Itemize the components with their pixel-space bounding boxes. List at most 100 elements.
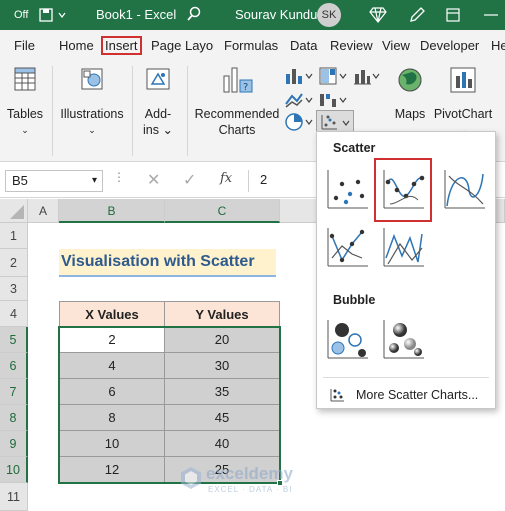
minimize-icon[interactable] <box>484 13 498 17</box>
illustrations-button[interactable]: Illustrations ⌄ <box>58 66 126 138</box>
more-options-icon[interactable]: ⋮ <box>113 170 125 184</box>
row-header[interactable]: 11 <box>0 483 28 511</box>
tab-file[interactable]: File <box>14 38 35 53</box>
table-cell-y[interactable]: 35 <box>165 379 280 405</box>
bubble-icon[interactable] <box>324 316 370 362</box>
formula-input[interactable]: 2 <box>260 172 267 187</box>
tables-button[interactable]: Tables ⌄ <box>6 66 44 138</box>
table-cell-y[interactable]: 20 <box>165 327 280 353</box>
chevron-down-icon[interactable] <box>339 96 347 104</box>
table-cell-x[interactable]: 6 <box>59 379 165 405</box>
document-title: Book1 - Excel <box>96 7 177 22</box>
addins-label-line2: ins ⌄ <box>143 123 173 137</box>
chevron-down-icon: ⌄ <box>88 125 96 135</box>
pie-chart-icon[interactable] <box>284 112 304 132</box>
dropdown-icon[interactable] <box>58 11 66 19</box>
table-cell-x[interactable]: 2 <box>59 327 165 353</box>
tab-formulas[interactable]: Formulas <box>224 38 278 53</box>
row-header[interactable]: 8 <box>0 405 28 431</box>
row-header[interactable]: 9 <box>0 431 28 457</box>
tab-home[interactable]: Home <box>59 38 94 53</box>
addins-icon <box>146 68 170 90</box>
recommended-label-line2: Charts <box>218 123 256 137</box>
table-cell-x[interactable]: 4 <box>59 353 165 379</box>
restore-icon[interactable] <box>445 7 461 23</box>
scatter-small-icon <box>330 389 344 402</box>
addins-button[interactable]: Add- ins ⌄ <box>138 66 178 138</box>
pivotchart-icon <box>450 67 476 93</box>
recommended-charts-button[interactable]: ? Recommended Charts <box>193 66 281 138</box>
fx-icon[interactable]: fx <box>220 171 232 186</box>
save-icon[interactable] <box>38 7 54 23</box>
column-header-c[interactable]: C <box>165 199 280 223</box>
row-header[interactable]: 6 <box>0 353 28 379</box>
watermark-name: exceldemy <box>206 464 293 483</box>
name-box[interactable]: B5 ▾ <box>5 170 103 192</box>
avatar[interactable]: SK <box>317 3 341 27</box>
table-cell-x[interactable]: 12 <box>59 457 165 483</box>
chevron-down-icon: ▾ <box>91 175 97 186</box>
scatter-heading: Scatter <box>333 141 376 155</box>
table-cell-y[interactable]: 45 <box>165 405 280 431</box>
watermark-tagline: EXCEL · DATA · BI <box>208 485 293 494</box>
watermark: exceldemy EXCEL · DATA · BI <box>180 464 330 498</box>
bar-chart-icon[interactable] <box>284 66 304 86</box>
table-cell-y[interactable]: 40 <box>165 431 280 457</box>
svg-text:?: ? <box>243 82 248 93</box>
addins-label-line1: Add- <box>144 107 172 121</box>
exceldemy-logo-icon <box>181 467 201 489</box>
cancel-icon[interactable]: ✕ <box>147 170 160 190</box>
table-cell-x[interactable]: 10 <box>59 431 165 457</box>
tab-data[interactable]: Data <box>290 38 317 53</box>
recommended-charts-icon: ? <box>223 67 253 93</box>
scatter-straight-lines-markers-icon[interactable] <box>324 224 370 270</box>
bubble-heading: Bubble <box>333 293 376 307</box>
tab-developer[interactable]: Developer <box>420 38 479 53</box>
globe-icon <box>398 68 422 92</box>
scatter-chart-button[interactable] <box>316 110 354 132</box>
scatter-markers-icon[interactable] <box>324 166 370 212</box>
tab-page-layout[interactable]: Page Layout <box>151 38 214 53</box>
hierarchy-chart-icon[interactable] <box>318 66 338 86</box>
row-header[interactable]: 1 <box>0 223 28 249</box>
pen-icon[interactable] <box>408 6 426 24</box>
enter-icon[interactable]: ✓ <box>183 170 196 190</box>
table-header-y[interactable]: Y Values <box>165 301 280 327</box>
autosave-state[interactable]: Off <box>14 9 28 21</box>
search-icon[interactable] <box>186 6 202 23</box>
table-header-x[interactable]: X Values <box>59 301 165 327</box>
column-header-a[interactable]: A <box>28 199 59 223</box>
row-header[interactable]: 4 <box>0 301 28 327</box>
row-header[interactable]: 3 <box>0 277 28 301</box>
chevron-down-icon[interactable] <box>372 72 380 80</box>
table-cell-y[interactable]: 30 <box>165 353 280 379</box>
sheet-title[interactable]: Visualisation with Scatter <box>59 249 276 277</box>
row-header[interactable]: 5 <box>0 327 28 353</box>
corner-triangle-icon <box>10 205 24 219</box>
scatter-straight-lines-icon[interactable] <box>380 224 426 270</box>
tab-insert[interactable]: Insert <box>101 36 142 55</box>
statistic-chart-icon[interactable] <box>352 66 372 86</box>
maps-button[interactable]: Maps <box>388 66 432 122</box>
illustrations-label: Illustrations <box>60 107 124 121</box>
tab-help[interactable]: He <box>491 38 505 53</box>
chevron-down-icon[interactable] <box>305 118 313 126</box>
chevron-down-icon[interactable] <box>305 96 313 104</box>
select-all-corner[interactable] <box>0 199 28 223</box>
chevron-down-icon[interactable] <box>339 72 347 80</box>
column-header-b[interactable]: B <box>59 199 165 223</box>
tab-review[interactable]: Review <box>330 38 373 53</box>
row-header[interactable]: 7 <box>0 379 28 405</box>
line-chart-icon[interactable] <box>284 90 304 110</box>
scatter-smooth-lines-icon[interactable] <box>441 166 487 212</box>
scatter-smooth-lines-option[interactable] <box>374 158 432 222</box>
row-header[interactable]: 10 <box>0 457 28 483</box>
diamond-icon[interactable] <box>368 6 388 24</box>
bubble-3d-icon[interactable] <box>380 316 426 362</box>
waterfall-chart-icon[interactable] <box>318 90 338 110</box>
chevron-down-icon[interactable] <box>305 72 313 80</box>
row-header[interactable]: 2 <box>0 249 28 277</box>
tab-view[interactable]: View <box>382 38 410 53</box>
table-cell-x[interactable]: 8 <box>59 405 165 431</box>
pivotchart-button[interactable]: PivotChart ⌄ <box>432 66 494 138</box>
